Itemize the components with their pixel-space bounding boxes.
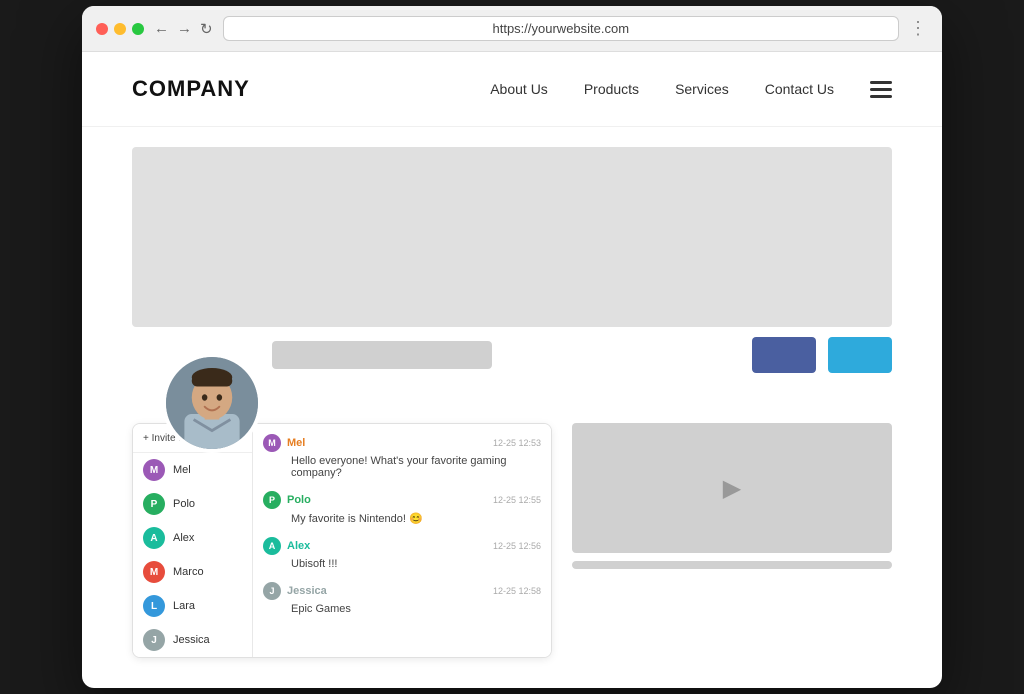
nav-services[interactable]: Services bbox=[675, 81, 729, 97]
chat-timestamp: 12-25 12:56 bbox=[493, 541, 541, 551]
chat-text: Ubisoft !!! bbox=[263, 558, 541, 570]
chat-widget: + Invite Friends ‹ › M Mel P Polo bbox=[132, 423, 552, 658]
chat-sender: Alex bbox=[287, 540, 310, 552]
forward-button[interactable]: → bbox=[177, 20, 192, 37]
avatar: M bbox=[143, 459, 165, 481]
address-bar[interactable]: https://yourwebsite.com bbox=[223, 16, 899, 41]
hero-banner bbox=[132, 147, 892, 327]
chat-user-name: Polo bbox=[173, 498, 195, 510]
avatar: J bbox=[263, 582, 281, 600]
nav-contact[interactable]: Contact Us bbox=[765, 81, 834, 97]
avatar: P bbox=[263, 491, 281, 509]
profile-text-bar bbox=[272, 341, 492, 369]
avatar: A bbox=[143, 527, 165, 549]
avatar: M bbox=[143, 561, 165, 583]
site-nav: About Us Products Services Contact Us bbox=[490, 81, 892, 98]
chat-user-name: Mel bbox=[173, 464, 191, 476]
profile-avatar bbox=[162, 353, 262, 453]
chat-sender: Jessica bbox=[287, 585, 327, 597]
list-item[interactable]: L Lara bbox=[133, 589, 252, 623]
back-button[interactable]: ← bbox=[154, 20, 169, 37]
chat-user-name: Jessica bbox=[173, 634, 210, 646]
site-logo: COMPANY bbox=[132, 76, 250, 102]
chat-user-name: Alex bbox=[173, 532, 194, 544]
fullscreen-button[interactable] bbox=[132, 23, 144, 35]
chat-sender: Polo bbox=[287, 494, 311, 506]
hero-section bbox=[132, 147, 892, 423]
browser-menu-icon[interactable]: ⋮ bbox=[909, 18, 928, 39]
chat-message: M Mel 12-25 12:53 Hello everyone! What's… bbox=[263, 434, 541, 479]
refresh-button[interactable]: ↻ bbox=[200, 20, 213, 38]
list-item[interactable]: J Jessica bbox=[133, 623, 252, 657]
chat-msg-header: A Alex 12-25 12:56 bbox=[263, 537, 541, 555]
list-item[interactable]: P Polo bbox=[133, 487, 252, 521]
avatar-container bbox=[162, 353, 262, 453]
chat-timestamp: 12-25 12:53 bbox=[493, 438, 541, 448]
chat-message: P Polo 12-25 12:55 My favorite is Ninten… bbox=[263, 491, 541, 525]
browser-nav: ← → ↻ bbox=[154, 20, 213, 38]
browser-chrome: ← → ↻ https://yourwebsite.com ⋮ bbox=[82, 6, 942, 52]
hamburger-menu[interactable] bbox=[870, 81, 892, 98]
chat-text: My favorite is Nintendo! 😊 bbox=[263, 512, 541, 525]
close-button[interactable] bbox=[96, 23, 108, 35]
avatar: P bbox=[143, 493, 165, 515]
list-item[interactable]: A Alex bbox=[133, 521, 252, 555]
chat-msg-header: M Mel 12-25 12:53 bbox=[263, 434, 541, 452]
chat-message: A Alex 12-25 12:56 Ubisoft !!! bbox=[263, 537, 541, 570]
chat-user-name: Marco bbox=[173, 566, 204, 578]
list-item[interactable]: M Mel bbox=[133, 453, 252, 487]
play-button[interactable]: ▶ bbox=[712, 468, 752, 508]
avatar: J bbox=[143, 629, 165, 651]
video-progress-bar[interactable] bbox=[572, 561, 892, 569]
chat-timestamp: 12-25 12:55 bbox=[493, 495, 541, 505]
chat-user-name: Lara bbox=[173, 600, 195, 612]
avatar: M bbox=[263, 434, 281, 452]
chat-timestamp: 12-25 12:58 bbox=[493, 586, 541, 596]
traffic-lights bbox=[96, 23, 144, 35]
chat-msg-header: P Polo 12-25 12:55 bbox=[263, 491, 541, 509]
list-item[interactable]: M Marco bbox=[133, 555, 252, 589]
chat-sidebar: + Invite Friends ‹ › M Mel P Polo bbox=[133, 424, 253, 657]
primary-action-button[interactable] bbox=[752, 337, 816, 373]
chat-text: Hello everyone! What's your favorite gam… bbox=[263, 455, 541, 479]
avatar: L bbox=[143, 595, 165, 617]
site-header: COMPANY About Us Products Services Conta… bbox=[82, 52, 942, 127]
video-widget: ▶ bbox=[572, 423, 892, 658]
secondary-action-button[interactable] bbox=[828, 337, 892, 373]
browser-window: ← → ↻ https://yourwebsite.com ⋮ COMPANY … bbox=[82, 6, 942, 688]
avatar: A bbox=[263, 537, 281, 555]
chat-sender: Mel bbox=[287, 437, 305, 449]
chat-main: M Mel 12-25 12:53 Hello everyone! What's… bbox=[253, 424, 551, 657]
chat-text: Epic Games bbox=[263, 603, 541, 615]
nav-products[interactable]: Products bbox=[584, 81, 639, 97]
nav-about[interactable]: About Us bbox=[490, 81, 548, 97]
lower-section: + Invite Friends ‹ › M Mel P Polo bbox=[132, 423, 892, 658]
chat-msg-header: J Jessica 12-25 12:58 bbox=[263, 582, 541, 600]
video-player[interactable]: ▶ bbox=[572, 423, 892, 553]
website-content: COMPANY About Us Products Services Conta… bbox=[82, 52, 942, 658]
minimize-button[interactable] bbox=[114, 23, 126, 35]
chat-message: J Jessica 12-25 12:58 Epic Games bbox=[263, 582, 541, 615]
